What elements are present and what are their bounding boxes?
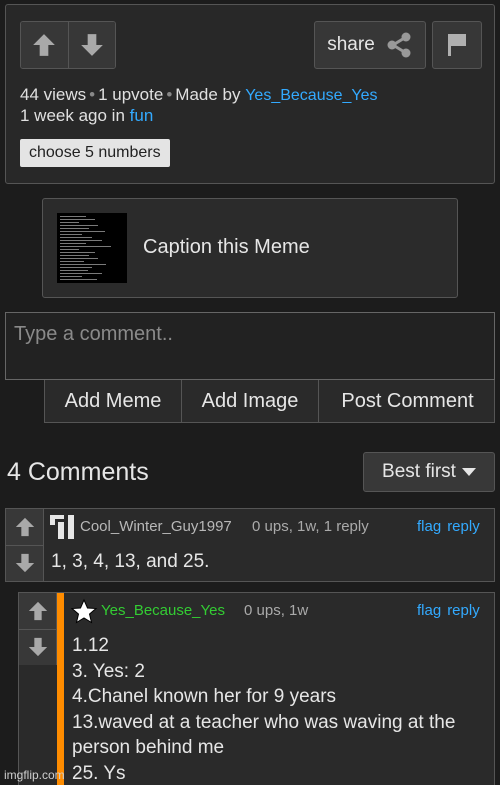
imgflip-watermark: imgflip.com [4,768,65,782]
comment-vote-group [6,509,44,581]
comment-downvote-button[interactable] [19,628,57,665]
share-button[interactable]: share [314,21,426,69]
comment-actions: flag reply [417,518,480,535]
avatar[interactable] [48,513,78,541]
separator-dot: • [89,85,96,104]
flag-icon [448,34,466,56]
comment-action-bar: Add Meme Add Image Post Comment [44,380,495,423]
post-stats: 44 views • 1 upvote • Made by Yes_Because_Ye… [20,85,377,105]
share-icon [387,32,411,58]
comment-stats: 0 ups, 1w [244,602,309,619]
author-link[interactable]: Yes_Because_Yes [245,87,377,104]
flag-link[interactable]: flag [417,602,441,619]
add-image-button[interactable]: Add Image [182,380,319,422]
downvote-button[interactable] [67,22,115,68]
post-title-tag[interactable]: choose 5 numbers [20,139,170,167]
arrow-up-icon [33,34,56,56]
upvote-button[interactable] [21,22,68,68]
post-vote-group [20,21,116,69]
arrow-up-icon [28,601,47,620]
reply-link[interactable]: reply [447,518,480,535]
arrow-down-icon [28,638,47,657]
comment-text: 1, 3, 4, 13, and 25. [51,551,210,572]
arrow-down-icon [80,34,103,56]
separator-dot: • [166,85,173,104]
comments-count: 4 Comments [7,458,149,486]
comment-input[interactable] [5,312,495,380]
flag-link[interactable]: flag [417,518,441,535]
made-by-label: Made by [175,85,241,104]
stream-link[interactable]: fun [130,106,154,125]
sort-dropdown[interactable]: Best first [363,452,495,492]
comment-username[interactable]: Yes_Because_Yes [101,602,225,619]
add-meme-button[interactable]: Add Meme [45,380,182,422]
caption-label: Caption this Meme [143,236,310,258]
time-label: 1 week ago in [20,106,125,125]
meme-thumbnail [57,213,127,283]
op-indicator-bar [57,593,64,785]
caption-meme-card[interactable]: Caption this Meme [42,198,458,298]
post-info-panel: share 44 views • 1 upvote • Made by Yes_Beca… [5,4,495,184]
comment-vote-group [19,593,57,665]
post-comment-button[interactable]: Post Comment [319,380,496,422]
comment-text: 1.12 3. Yes: 2 4.Chanel known her for 9 … [72,635,456,784]
reply-link[interactable]: reply [447,602,480,619]
comment-upvote-button[interactable] [19,593,57,629]
share-label: share [327,34,375,55]
comment-reply: Yes_Because_Yes 0 ups, 1w flag reply 1.12… [18,592,495,785]
post-time: 1 week ago in fun [20,106,153,126]
arrow-down-icon [15,554,34,573]
view-count: 44 views [20,85,87,104]
flag-button[interactable] [432,21,482,69]
comment-upvote-button[interactable] [6,509,44,545]
arrow-up-icon [15,517,34,536]
comment-actions: flag reply [417,602,480,619]
comment-downvote-button[interactable] [6,544,44,581]
upvote-count: 1 upvote [98,85,164,104]
comment-stats: 0 ups, 1w, 1 reply [252,518,369,535]
caret-down-icon [461,468,476,476]
comment: Cool_Winter_Guy1997 0 ups, 1w, 1 reply f… [5,508,495,582]
sort-label: Best first [382,461,456,482]
comment-username[interactable]: Cool_Winter_Guy1997 [80,518,232,535]
star-avatar[interactable] [69,597,99,625]
